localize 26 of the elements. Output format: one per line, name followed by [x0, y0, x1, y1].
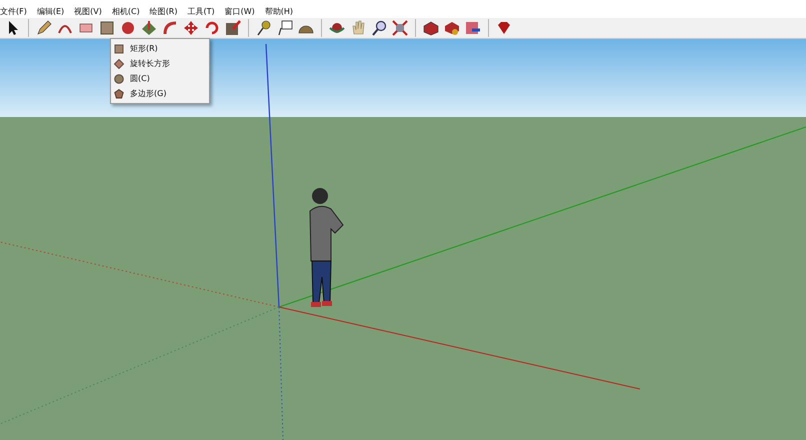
rectangle-tool-icon: [114, 44, 124, 54]
zoom-extents-icon[interactable]: [391, 18, 409, 37]
menu-option[interactable]: 矩形(R): [111, 41, 209, 56]
menu-item[interactable]: 帮助(H): [264, 6, 294, 18]
pencil-icon[interactable]: [35, 18, 53, 37]
menu-option[interactable]: 多边形(G): [111, 86, 209, 101]
rotated-tool-icon: [114, 58, 124, 68]
menu-item[interactable]: 文件(F): [0, 6, 27, 18]
scale-icon[interactable]: [224, 18, 242, 37]
menu-item[interactable]: 绘图(R): [150, 6, 178, 18]
menu-item[interactable]: 窗口(W): [224, 6, 255, 18]
circle-tool-icon: [114, 74, 124, 84]
menu-item[interactable]: 视图(V): [74, 6, 102, 18]
move-icon[interactable]: [182, 18, 200, 37]
follow-me-icon[interactable]: [161, 18, 179, 37]
menu-item[interactable]: 相机(C): [112, 6, 140, 18]
menu-item[interactable]: 编辑(E): [36, 6, 64, 18]
rectangle-icon[interactable]: [98, 18, 116, 37]
menu-item[interactable]: 工具(T): [188, 6, 215, 18]
text-label-icon[interactable]: [276, 18, 294, 37]
tape-measure-icon[interactable]: [255, 18, 273, 37]
menu-option[interactable]: 旋转长方形: [111, 56, 209, 71]
zoom-icon[interactable]: [370, 18, 388, 37]
push-pull-icon[interactable]: [140, 18, 158, 37]
polygon-tool-icon: [114, 88, 124, 98]
menu-option[interactable]: 圆(C): [111, 71, 209, 86]
